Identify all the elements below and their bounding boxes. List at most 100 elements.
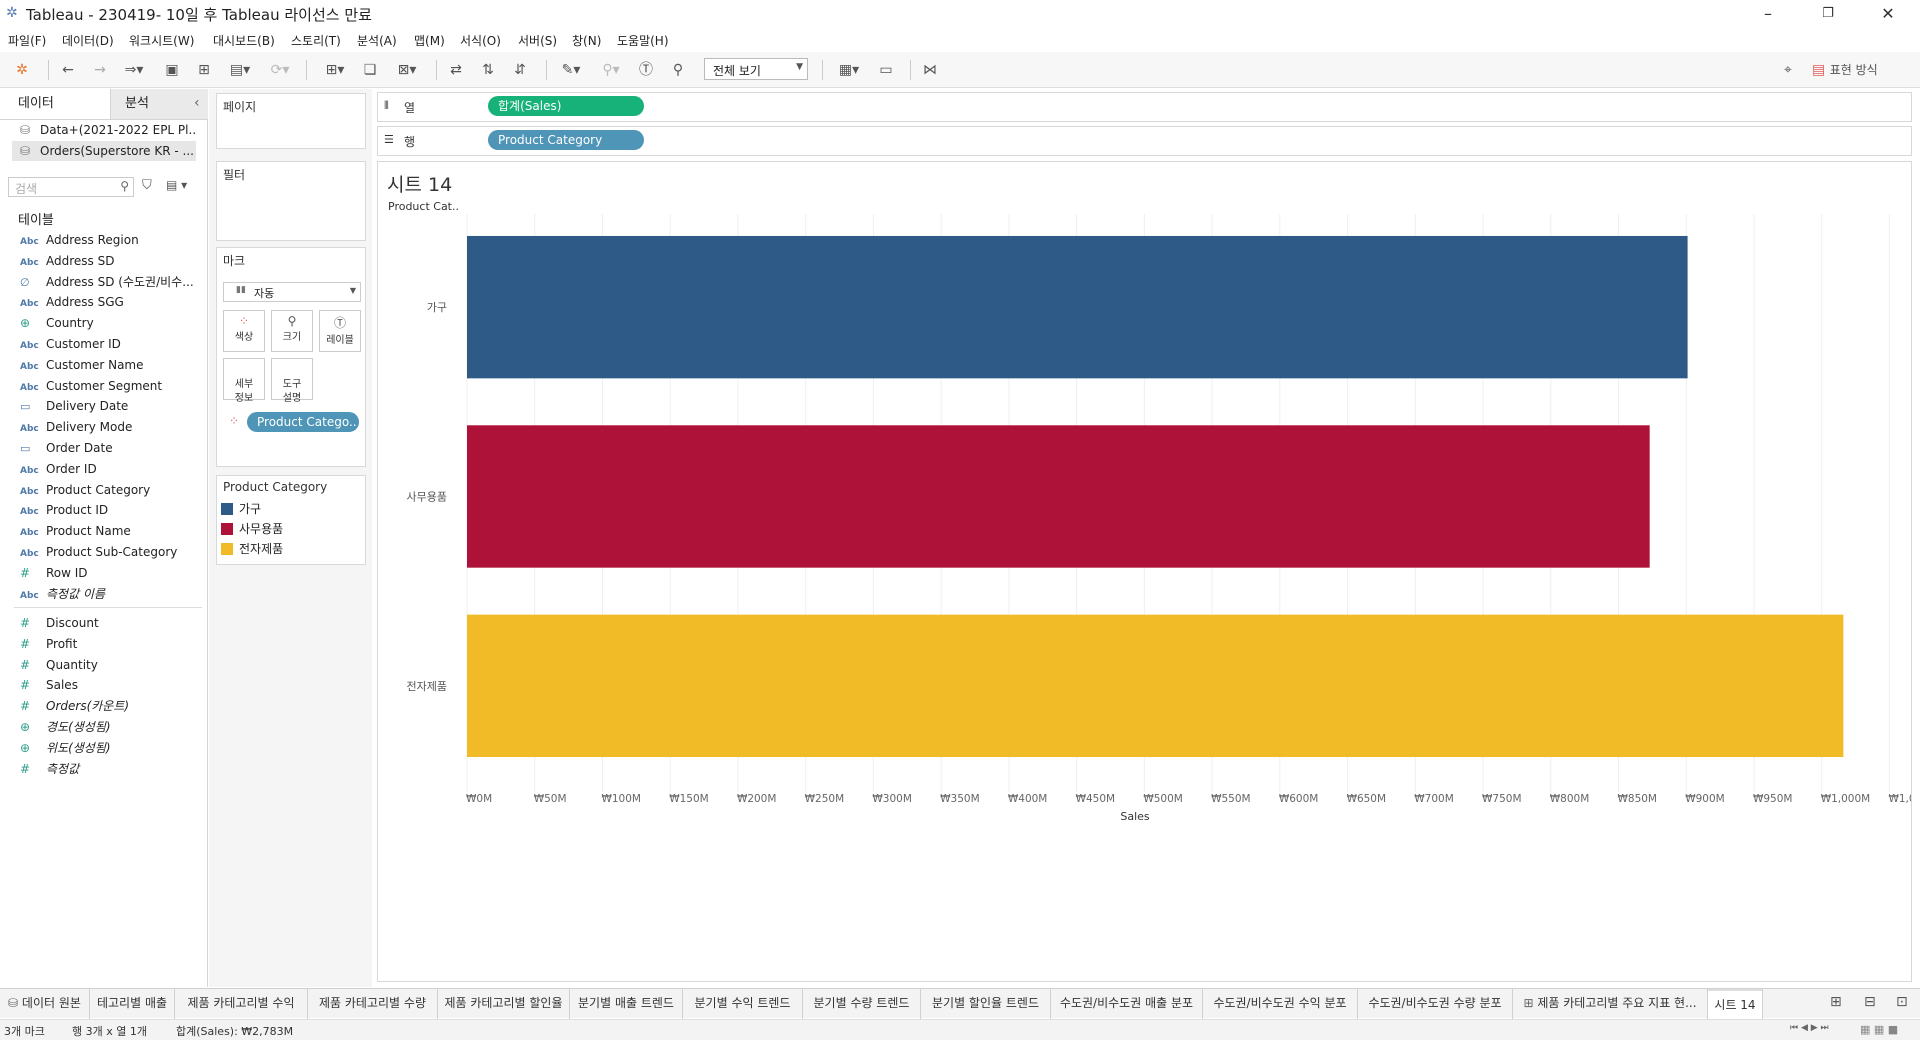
field-item[interactable]: # Sales <box>20 675 200 695</box>
menu-story[interactable]: 스토리(T) <box>291 32 341 49</box>
redo-icon[interactable]: → <box>90 60 110 80</box>
tooltip-button[interactable]: 도구 설명 <box>271 358 313 404</box>
color-pill[interactable]: Product Catego.. <box>247 412 359 432</box>
field-item[interactable]: Abc Product ID <box>20 500 200 520</box>
field-item[interactable]: # Orders(카운트) <box>20 696 200 716</box>
new-dashboard-tab-icon[interactable]: ⊟ <box>1864 994 1876 1010</box>
field-item[interactable]: Abc Customer Name <box>20 355 200 375</box>
menu-server[interactable]: 서버(S) <box>518 32 557 49</box>
collapse-pane-icon[interactable]: ‹ <box>194 95 200 111</box>
detail-button[interactable]: 세부 정보 <box>223 358 265 404</box>
group-icon[interactable]: ⚲▾ <box>596 60 626 80</box>
field-item[interactable]: Abc Order ID <box>20 459 200 479</box>
menu-data[interactable]: 데이터(D) <box>62 32 114 49</box>
show-cards-icon[interactable]: ▦▾ <box>834 60 864 80</box>
fit-select[interactable]: 전체 보기 ▼ <box>704 58 808 80</box>
menu-worksheet[interactable]: 워크시트(W) <box>129 32 194 49</box>
sort-ascending-icon[interactable]: ⇅ <box>478 60 498 80</box>
sheet-tab[interactable]: 테고리별 매출 <box>90 989 175 1019</box>
legend-item[interactable]: 전자제품 <box>221 540 283 558</box>
field-item[interactable]: Abc Customer Segment <box>20 376 200 396</box>
field-item[interactable]: # Quantity <box>20 655 200 675</box>
columns-shelf[interactable]: ⦀ 열 합계(Sales) <box>377 92 1912 122</box>
share-icon[interactable]: ⋈ <box>920 60 940 80</box>
sheet-tab[interactable]: 분기별 매출 트렌드 <box>570 989 683 1019</box>
nav-first-icon[interactable]: ⏮ ◀ ▶ ⏭ <box>1790 1023 1829 1033</box>
pages-card[interactable]: 페이지 <box>216 93 366 149</box>
sheet-tab[interactable]: 분기별 수량 트렌드 <box>803 989 921 1019</box>
field-item[interactable]: ⊕ Country <box>20 313 200 333</box>
rows-shelf[interactable]: ☰ 행 Product Category <box>377 126 1912 156</box>
size-button[interactable]: ⚲ 크기 <box>271 310 313 352</box>
highlight-icon[interactable]: ✎▾ <box>556 60 586 80</box>
new-sheet-tab-icon[interactable]: ⊞ <box>1830 994 1842 1010</box>
restore-icon[interactable]: ❐ <box>1808 2 1848 26</box>
new-datasource-icon[interactable]: ⊞ <box>194 60 214 80</box>
label-button[interactable]: Ⓣ 레이블 <box>319 310 361 352</box>
sheet-tab[interactable]: 수도권/비수도권 매출 분포 <box>1051 989 1203 1019</box>
field-item[interactable]: ▭ Delivery Date <box>20 396 200 416</box>
menu-format[interactable]: 서식(O) <box>460 32 501 49</box>
legend-item[interactable]: 가구 <box>221 500 261 518</box>
pause-update-icon[interactable]: ▤▾ <box>226 60 254 80</box>
menu-help[interactable]: 도움말(H) <box>617 32 669 49</box>
show-labels-icon[interactable]: Ⓣ <box>636 60 656 80</box>
sheet-tab[interactable]: 제품 카테고리별 할인율 <box>438 989 570 1019</box>
sort-descending-icon[interactable]: ⇵ <box>510 60 530 80</box>
presentation-mode-icon[interactable]: ▭ <box>876 60 896 80</box>
tab-data-source[interactable]: ⛁ 데이터 원본 <box>0 989 90 1019</box>
color-button[interactable]: ⁘ 색상 <box>223 310 265 352</box>
sheet-tab[interactable]: 분기별 할인율 트렌드 <box>921 989 1051 1019</box>
undo-icon[interactable]: ← <box>58 60 78 80</box>
tableau-home-icon[interactable]: ✲ <box>12 60 32 80</box>
field-item[interactable]: # Row ID <box>20 563 200 583</box>
search-input[interactable]: 검색 ⚲ <box>8 177 134 197</box>
pin-axes-icon[interactable]: ⚲ <box>668 60 688 80</box>
view-options-icon[interactable]: ▤ ▾ <box>166 178 187 192</box>
field-item[interactable]: Abc Product Name <box>20 521 200 541</box>
sheet-tab[interactable]: 제품 카테고리별 수량 <box>308 989 438 1019</box>
field-item[interactable]: ⊕ 경도(생성됨) <box>20 717 200 737</box>
legend-item[interactable]: 사무용품 <box>221 520 283 538</box>
menu-dashboard[interactable]: 대시보드(B) <box>213 32 275 49</box>
new-sheet-icon[interactable]: ⊞▾ <box>318 60 352 80</box>
field-item[interactable]: ▭ Order Date <box>20 438 200 458</box>
field-item[interactable]: ⊕ 위도(생성됨) <box>20 738 200 758</box>
sheet-tab[interactable]: 시트 14 <box>1708 989 1763 1019</box>
sheet-tab[interactable]: 수도권/비수도권 수익 분포 <box>1203 989 1358 1019</box>
tooltip-pin-icon[interactable]: ⌖ <box>1778 60 1798 80</box>
field-item[interactable]: # Discount <box>20 613 200 633</box>
sheet-tab[interactable]: ⊞ 제품 카테고리별 주요 지표 현... <box>1513 989 1708 1019</box>
clear-sheet-icon[interactable]: ⊠▾ <box>390 60 424 80</box>
close-icon[interactable]: ✕ <box>1868 2 1908 26</box>
menu-file[interactable]: 파일(F) <box>8 32 46 49</box>
field-item[interactable]: Abc Address SGG <box>20 292 200 312</box>
field-item[interactable]: ∅ Address SD (수도권/비수... <box>20 272 200 292</box>
mark-type-select[interactable]: ▮▮ 자동 ▼ <box>223 282 361 302</box>
field-item[interactable]: Abc Customer ID <box>20 334 200 354</box>
replay-icon[interactable]: ⇒▾ <box>120 60 148 80</box>
swap-icon[interactable]: ⇄ <box>446 60 466 80</box>
field-item[interactable]: Abc Product Sub-Category <box>20 542 200 562</box>
field-item[interactable]: Abc 측정값 이름 <box>20 584 200 604</box>
menu-window[interactable]: 창(N) <box>572 32 601 49</box>
sheet-tab[interactable]: 제품 카테고리별 수익 <box>175 989 308 1019</box>
duplicate-sheet-icon[interactable]: ❏ <box>360 60 380 80</box>
field-item[interactable]: Abc Product Category <box>20 480 200 500</box>
columns-pill[interactable]: 합계(Sales) <box>488 96 644 116</box>
field-item[interactable]: Abc Delivery Mode <box>20 417 200 437</box>
menu-analysis[interactable]: 분석(A) <box>357 32 397 49</box>
rows-pill[interactable]: Product Category <box>488 130 644 150</box>
new-story-tab-icon[interactable]: ⊡ <box>1896 994 1908 1010</box>
field-item[interactable]: # Profit <box>20 634 200 654</box>
filter-icon[interactable]: ⛉ <box>142 178 152 193</box>
view-mode-icons[interactable]: ▦ ▦ ■ <box>1860 1023 1898 1036</box>
tab-data[interactable]: 데이터 <box>0 89 110 119</box>
sheet-tab[interactable]: 수도권/비수도권 수량 분포 <box>1358 989 1513 1019</box>
minimize-icon[interactable]: – <box>1748 2 1788 26</box>
show-me-button[interactable]: ▤ 표현 방식 <box>1812 60 1902 80</box>
menu-map[interactable]: 맵(M) <box>414 32 445 49</box>
sheet-tab[interactable]: 분기별 수익 트렌드 <box>683 989 803 1019</box>
field-item[interactable]: Abc Address Region <box>20 230 200 250</box>
field-item[interactable]: Abc Address SD <box>20 251 200 271</box>
